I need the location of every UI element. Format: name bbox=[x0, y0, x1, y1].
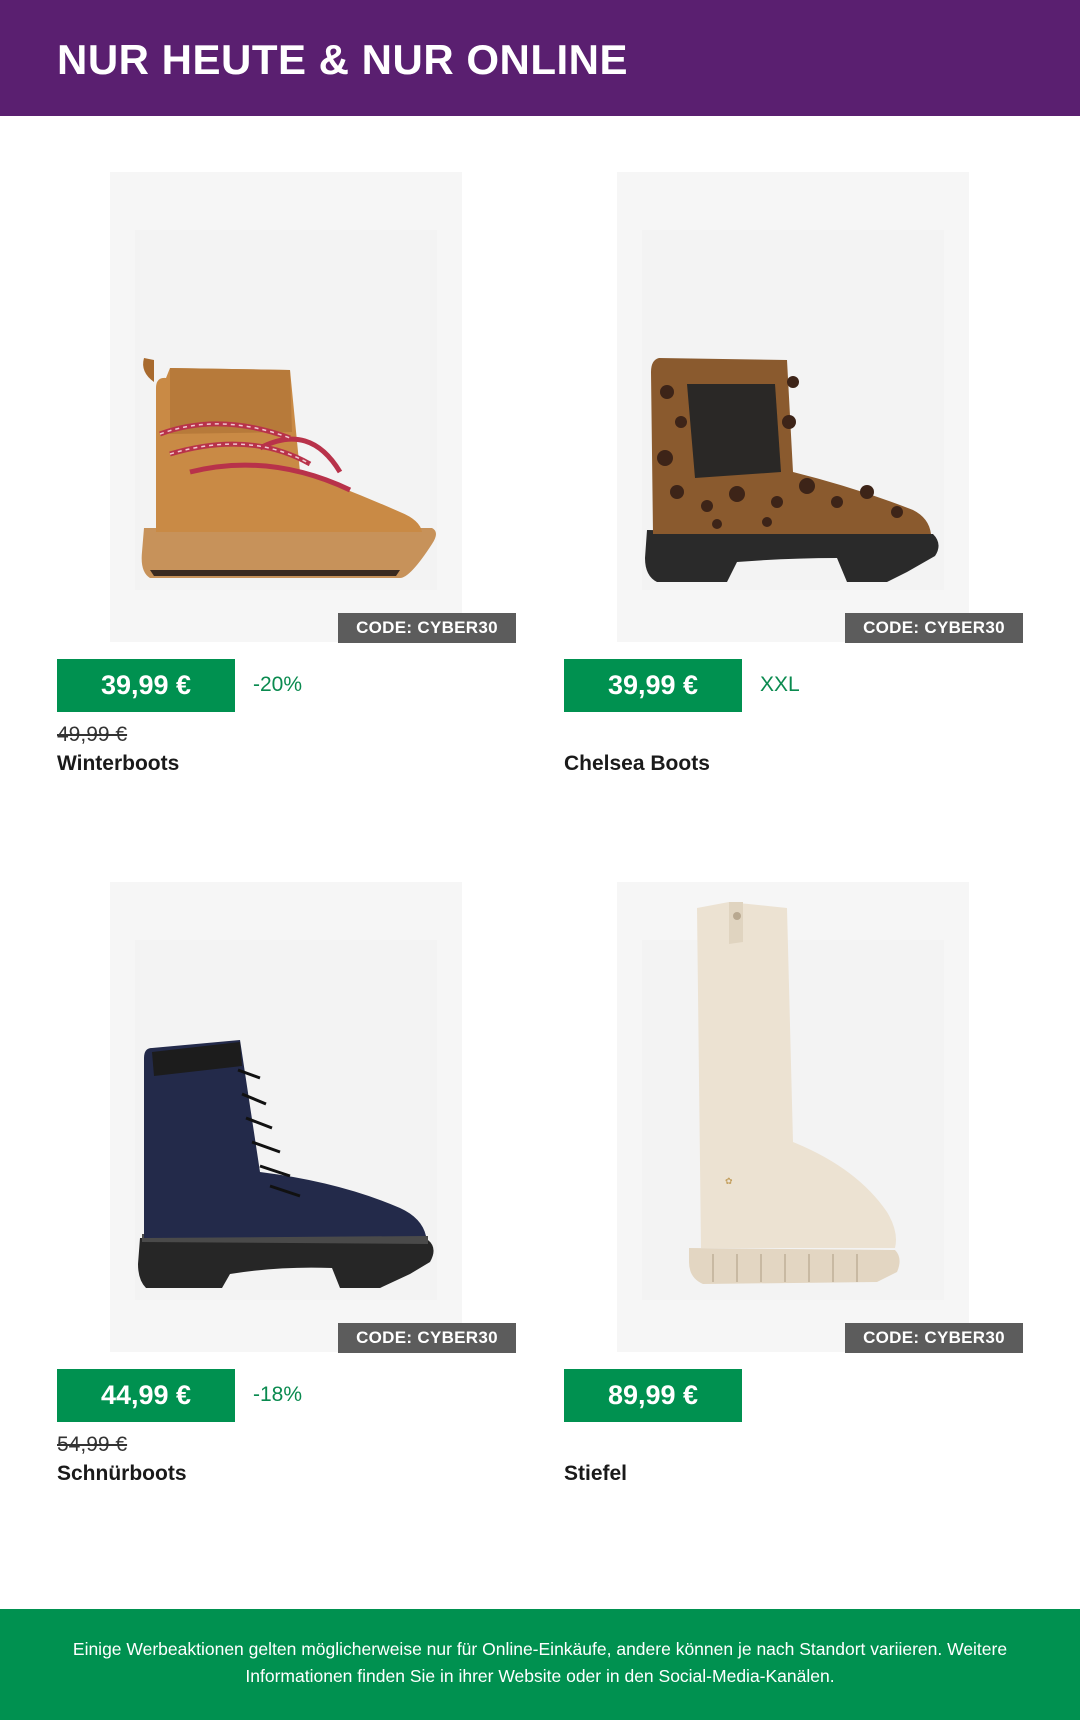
price-badge: 89,99 € bbox=[564, 1369, 742, 1422]
product-name[interactable]: Stiefel bbox=[564, 1462, 627, 1486]
size-label: XXL bbox=[760, 673, 800, 696]
coupon-code-badge: CODE: CYBER30 bbox=[338, 613, 516, 643]
discount-label: -18% bbox=[253, 1383, 303, 1406]
svg-text:✿: ✿ bbox=[725, 1177, 733, 1187]
old-price: 54,99 € bbox=[57, 1433, 128, 1456]
product-card[interactable]: CODE: CYBER30 39,99 € -20% 49,99 € Winte… bbox=[57, 172, 517, 812]
price-badge: 39,99 € bbox=[57, 659, 235, 712]
promo-header: NUR HEUTE & NUR ONLINE bbox=[0, 0, 1080, 116]
product-image[interactable] bbox=[617, 172, 969, 642]
product-name[interactable]: Chelsea Boots bbox=[564, 752, 710, 776]
navy-lace-up-boot-image bbox=[138, 1040, 434, 1288]
coupon-code-badge: CODE: CYBER30 bbox=[845, 613, 1023, 643]
product-card[interactable]: CODE: CYBER30 39,99 € XXL Chelsea Boots bbox=[564, 172, 1024, 812]
coupon-code-badge: CODE: CYBER30 bbox=[845, 1323, 1023, 1353]
disclaimer-footer: Einige Werbeaktionen gelten möglicherwei… bbox=[0, 1609, 1080, 1720]
discount-label: -20% bbox=[253, 673, 303, 696]
price-badge: 39,99 € bbox=[564, 659, 742, 712]
cream-tall-boot-image: ✿ bbox=[689, 902, 900, 1284]
product-image[interactable] bbox=[110, 172, 462, 642]
product-card[interactable]: ✿ CODE: CYBER30 89,99 € Stiefel bbox=[564, 882, 1024, 1522]
old-price: 49,99 € bbox=[57, 723, 128, 746]
product-card[interactable]: CODE: CYBER30 44,99 € -18% 54,99 € Schnü… bbox=[57, 882, 517, 1522]
product-image[interactable]: ✿ bbox=[617, 882, 969, 1352]
price-badge: 44,99 € bbox=[57, 1369, 235, 1422]
leopard-chelsea-boot-image bbox=[645, 358, 939, 582]
product-image[interactable] bbox=[110, 882, 462, 1352]
header-title: NUR HEUTE & NUR ONLINE bbox=[57, 36, 629, 83]
coupon-code-badge: CODE: CYBER30 bbox=[338, 1323, 516, 1353]
brown-winter-boot-image bbox=[141, 358, 436, 578]
product-name[interactable]: Winterboots bbox=[57, 752, 179, 776]
disclaimer-text: Einige Werbeaktionen gelten möglicherwei… bbox=[72, 1639, 1008, 1686]
product-name[interactable]: Schnürboots bbox=[57, 1462, 187, 1486]
